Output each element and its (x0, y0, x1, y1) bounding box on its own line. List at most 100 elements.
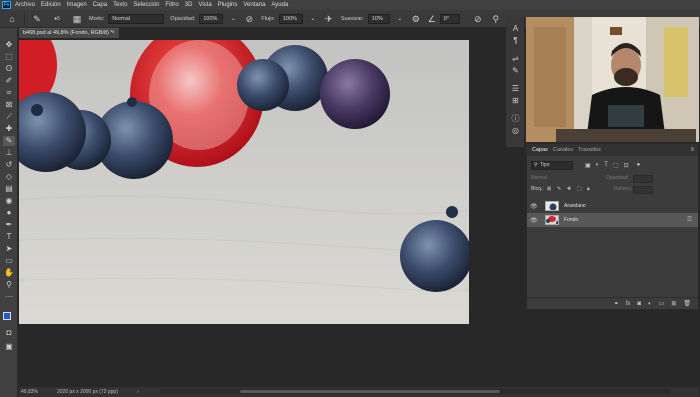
hand-tool-icon[interactable]: ✋ (3, 268, 15, 278)
menu-imagen[interactable]: Imagen (67, 2, 87, 8)
zoom-tool-icon[interactable]: ⚲ (3, 280, 15, 290)
type-tool-icon[interactable]: T (3, 232, 15, 242)
blur-tool-icon[interactable]: ◉ (3, 196, 15, 206)
smoothing-settings-icon[interactable]: ⚙ (410, 13, 422, 25)
menu-edicion[interactable]: Edición (41, 2, 61, 8)
opacity-field[interactable]: 100% (199, 13, 224, 24)
crop-tool-icon[interactable]: ⌗ (3, 88, 15, 98)
scrollbar-thumb[interactable] (240, 390, 500, 393)
filter-smart-icon[interactable]: ⊡ (624, 162, 629, 169)
new-layer-icon[interactable]: ⊞ (671, 300, 676, 307)
layer-style-icon[interactable]: fx (626, 301, 631, 307)
history-brush-tool-icon[interactable]: ↺ (3, 160, 15, 170)
opacity-pressure-icon[interactable]: ⌄ (229, 13, 237, 25)
smoothing-dropdown-icon[interactable]: ⌄ (396, 13, 404, 25)
brush-tool-icon[interactable]: ✎ (31, 13, 43, 25)
eraser-tool-icon[interactable]: ◇ (3, 172, 15, 182)
horizontal-scrollbar[interactable] (160, 389, 670, 394)
more-tools-icon[interactable]: ··· (3, 292, 15, 302)
lock-transparent-icon[interactable]: ⊠ (547, 186, 551, 192)
rectangle-tool-icon[interactable]: ▭ (3, 256, 15, 266)
layer-name[interactable]: Fondo (564, 217, 578, 223)
properties-icon[interactable]: ☰ (509, 83, 522, 94)
filter-shape-icon[interactable]: ⬚ (613, 162, 619, 169)
tab-canales[interactable]: Canales (553, 147, 573, 153)
lock-pixels-icon[interactable]: ✎ (557, 186, 561, 192)
menu-3d[interactable]: 3D (185, 2, 193, 8)
brush-preset-picker[interactable]: ●5 (49, 13, 65, 25)
adjustments-icon[interactable]: ⇌ (509, 53, 522, 64)
dodge-tool-icon[interactable]: ● (3, 208, 15, 218)
smoothing-field[interactable]: 10% (367, 13, 390, 24)
layer-row[interactable]: 👁︎ Arandano (527, 199, 698, 213)
gradient-tool-icon[interactable]: ▤ (3, 184, 15, 194)
flow-dropdown-icon[interactable]: ⌄ (309, 13, 317, 25)
layer-filter-select[interactable]: ⚲ Tipo (531, 160, 573, 170)
filter-pixel-icon[interactable]: ▣ (585, 162, 591, 169)
frame-tool-icon[interactable]: ⊠ (3, 100, 15, 110)
menu-seleccion[interactable]: Selección (133, 2, 159, 8)
pressure-opacity-icon[interactable]: ⊘ (243, 13, 255, 25)
new-group-icon[interactable]: ▭ (659, 300, 665, 307)
eyedropper-tool-icon[interactable]: ⟋ (3, 112, 15, 122)
lock-all-icon[interactable]: 🔒︎ (587, 186, 590, 192)
visibility-eye-icon[interactable]: 👁︎ (530, 217, 542, 224)
menu-archivo[interactable]: Archivo (15, 2, 35, 8)
zoom-level[interactable]: 49,83% (21, 389, 57, 395)
quick-mask-icon[interactable]: ◘ (3, 328, 15, 338)
filter-toggle-icon[interactable]: ● (637, 162, 641, 168)
layer-row[interactable]: 👁︎ Fondo ⚿ (527, 213, 698, 227)
blend-mode-select[interactable]: Normal (531, 175, 547, 181)
visibility-eye-icon[interactable]: 👁︎ (530, 203, 542, 210)
panel-menu-icon[interactable]: ≡ (690, 147, 694, 153)
mode-select[interactable]: Normal (108, 13, 165, 24)
quick-select-tool-icon[interactable]: ✐ (3, 76, 15, 86)
pen-tool-icon[interactable]: ✒ (3, 220, 15, 230)
menu-plugins[interactable]: Plugins (218, 2, 238, 8)
brush-settings-icon[interactable]: ▦ (71, 13, 83, 25)
airbrush-icon[interactable]: ✈ (323, 13, 335, 25)
lock-position-icon[interactable]: ✥ (567, 186, 571, 192)
menu-texto[interactable]: Texto (113, 2, 127, 8)
status-menu-arrow[interactable]: › (137, 389, 147, 395)
paragraph-icon[interactable]: ¶ (509, 35, 522, 46)
link-layers-icon[interactable]: ⚭ (614, 300, 619, 307)
screen-mode-icon[interactable]: ▣ (3, 342, 15, 352)
info-icon[interactable]: ⓘ (509, 113, 522, 124)
menu-ventana[interactable]: Ventana (243, 2, 265, 8)
move-tool-icon[interactable]: ✥ (3, 40, 15, 50)
document-tab[interactable]: b468.psd al 49,8% (Fondo, RGB/8) * × (19, 28, 119, 38)
delete-layer-icon[interactable]: 🗑︎ (683, 300, 691, 307)
tab-capas[interactable]: Capas (532, 147, 548, 153)
filter-type-icon[interactable]: T (604, 162, 608, 168)
path-select-tool-icon[interactable]: ➤ (3, 244, 15, 254)
swatches-icon[interactable]: ◎ (509, 125, 522, 136)
home-icon[interactable]: ⌂ (6, 13, 18, 25)
layer-name[interactable]: Arandano (564, 203, 586, 209)
symmetry-icon[interactable]: ⚲ (490, 13, 502, 25)
document-canvas[interactable] (19, 40, 469, 324)
foreground-color-swatch[interactable] (3, 312, 11, 320)
marquee-tool-icon[interactable]: ⬚ (3, 52, 15, 62)
menu-filtro[interactable]: Filtro (165, 2, 178, 8)
menu-ayuda[interactable]: Ayuda (271, 2, 288, 8)
healing-tool-icon[interactable]: ✚ (3, 124, 15, 134)
add-mask-icon[interactable]: ◙ (637, 301, 641, 307)
opacity-field[interactable] (633, 175, 653, 183)
angle-field[interactable]: 0° (439, 13, 460, 24)
history-icon[interactable]: ⊞ (509, 95, 522, 106)
close-icon[interactable]: × (111, 29, 115, 38)
brush-tool-icon[interactable]: ✎ (3, 136, 15, 146)
photoshop-logo[interactable]: Ps (2, 1, 11, 9)
tab-trazados[interactable]: Trazados (578, 147, 601, 153)
clone-stamp-tool-icon[interactable]: ⊥ (3, 148, 15, 158)
filter-adjustment-icon[interactable]: ◐ (596, 162, 600, 168)
menu-capa[interactable]: Capa (93, 2, 107, 8)
adjustment-layer-icon[interactable]: ◐ (648, 301, 652, 307)
brush-settings-icon[interactable]: ✎ (509, 65, 522, 76)
fill-field[interactable] (633, 186, 653, 194)
ai-assistant-icon[interactable]: A (509, 23, 522, 34)
flow-field[interactable]: 100% (278, 13, 303, 24)
lock-artboard-icon[interactable]: ⬚ (577, 186, 582, 192)
pressure-size-icon[interactable]: ⊘ (472, 13, 484, 25)
